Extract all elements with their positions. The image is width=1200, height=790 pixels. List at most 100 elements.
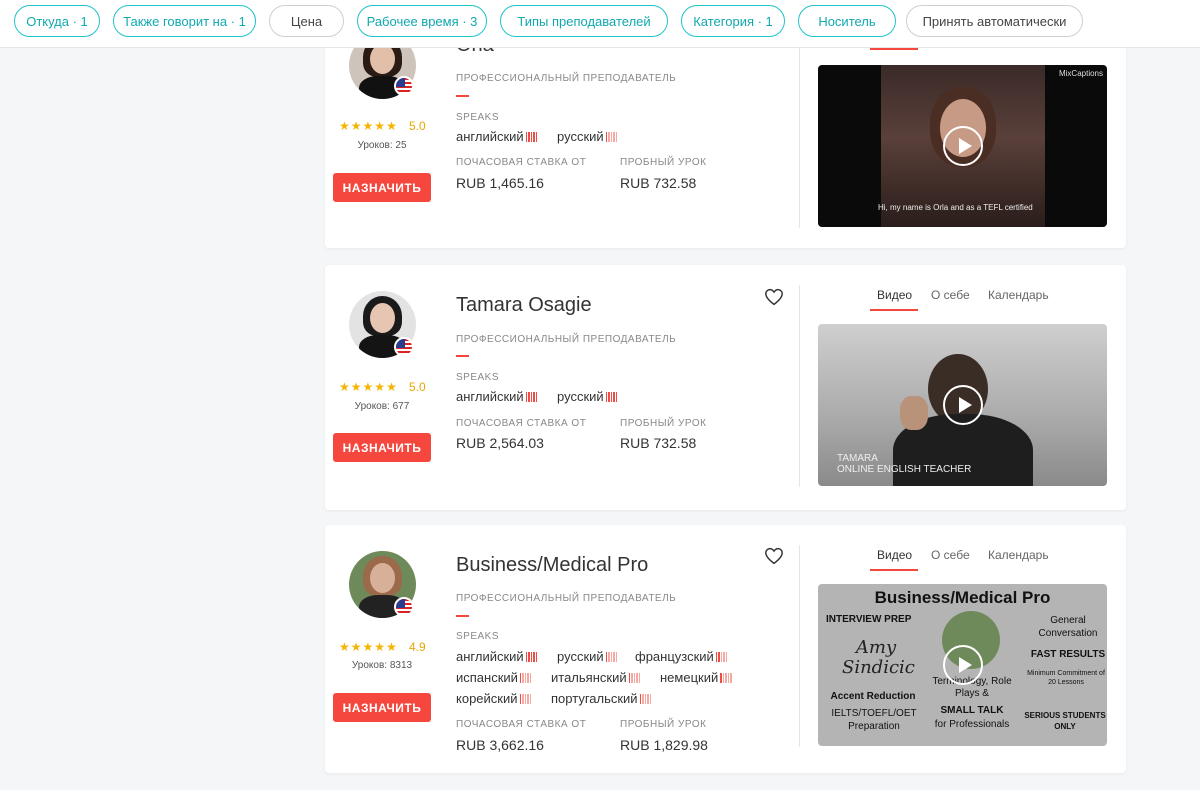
us-flag-icon [394,76,414,96]
filter-teacher-types-chip[interactable]: Типы преподавателей [500,5,668,37]
card-divider [799,48,800,228]
language-item: русский [557,129,618,144]
heart-icon[interactable] [764,547,784,565]
teacher-type: ПРОФЕССИОНАЛЬНЫЙ ПРЕПОДАВАТЕЛЬ [456,593,677,604]
star-icon: ★ [386,119,397,133]
video-text: INTERVIEW PREP [826,614,912,625]
star-icon: ★ [339,119,350,133]
star-icon: ★ [386,380,397,394]
us-flag-icon [394,597,414,617]
star-icon: ★ [362,640,374,654]
star-icon: ★ [374,119,386,133]
language-item: португальский [551,691,652,706]
star-icon: ★ [350,380,362,394]
book-button[interactable]: НАЗНАЧИТЬ [333,173,431,202]
rating-value: 5.0 [409,119,426,133]
language-level-bars [519,672,532,683]
teacher-type: ПРОФЕССИОНАЛЬНЫЙ ПРЕПОДАВАТЕЛЬ [456,334,677,345]
play-icon[interactable] [943,645,983,685]
lessons-count: Уроков: 677 [354,401,410,412]
video-preview[interactable]: TAMARA ONLINE ENGLISH TEACHER [818,324,1107,486]
heart-icon[interactable] [764,288,784,306]
video-text: Accent Reduction [830,691,916,702]
video-preview[interactable]: Business/Medical Pro INTERVIEW PREP Gene… [818,584,1107,746]
play-icon[interactable] [943,126,983,166]
video-text: FAST RESULTS [1030,649,1106,660]
language-item: английский [456,649,538,664]
video-caption-role: ONLINE ENGLISH TEACHER [837,464,972,475]
play-icon[interactable] [943,385,983,425]
video-title: Business/Medical Pro [874,588,1051,607]
filter-also-speaks-chip[interactable]: Также говорит на · 1 [113,5,256,37]
lessons-count: Уроков: 8313 [351,660,413,671]
language-level-bars [525,391,538,402]
filter-working-hours-chip[interactable]: Рабочее время · 3 [357,5,487,37]
trial-price: RUB 732.58 [620,435,697,451]
video-watermark: MixCaptions [1058,69,1103,78]
rating-value: 5.0 [409,380,426,394]
language-item: русский [557,389,618,404]
trial-label: ПРОБНЫЙ УРОК [620,157,707,168]
video-preview[interactable]: MixCaptions Hi, my name is Orla and as a… [818,65,1107,227]
filter-native-chip[interactable]: Носитель [798,5,896,37]
tab-video[interactable]: Видео [877,548,912,562]
video-text: IELTS/TOEFL/OET Preparation [831,708,917,732]
language-item: французский [635,649,728,664]
language-item: итальянский [551,670,641,685]
language-level-bars [605,131,618,142]
tab-calendar[interactable]: Календарь [988,288,1049,302]
language-level-bars [628,672,641,683]
tutor-name[interactable]: Tamara Osagie [456,294,592,317]
filter-price-chip[interactable]: Цена [269,5,344,37]
star-icon: ★ [374,640,386,654]
us-flag-icon [394,337,414,357]
book-button[interactable]: НАЗНАЧИТЬ [333,433,431,462]
accent-line [456,615,469,617]
tab-about[interactable]: О себе [931,548,970,562]
hourly-rate: RUB 3,662.16 [456,737,544,753]
speaks-label: SPEAKS [456,372,500,383]
tab-video[interactable]: Видео [877,288,912,302]
language-item: испанский [456,670,532,685]
language-level-bars [605,391,618,402]
tab-about[interactable]: О себе [931,288,970,302]
lessons-count: Уроков: 25 [357,140,407,151]
trial-price: RUB 732.58 [620,175,697,191]
video-text: for Professionals [934,719,1010,730]
language-item: русский [557,649,618,664]
filter-origin-chip[interactable]: Откуда · 1 [14,5,100,37]
speaks-label: SPEAKS [456,631,500,642]
hourly-rate: RUB 2,564.03 [456,435,544,451]
video-caption: Hi, my name is Orla and as a TEFL certif… [878,203,1033,212]
active-tab-underline [870,309,918,311]
language-item: английский [456,129,538,144]
star-icon: ★ [374,380,386,394]
hourly-rate-label: ПОЧАСОВАЯ СТАВКА ОТ [456,157,587,168]
book-button[interactable]: НАЗНАЧИТЬ [333,693,431,722]
accent-line [456,355,469,357]
accent-line [456,95,469,97]
language-item: немецкий [660,670,732,685]
star-icon: ★ [350,119,362,133]
filter-auto-accept-chip[interactable]: Принять автоматически [906,5,1083,37]
filter-category-chip[interactable]: Категория · 1 [681,5,785,37]
tab-calendar[interactable]: Календарь [988,548,1049,562]
tutor-name[interactable]: Business/Medical Pro [456,554,648,577]
hourly-rate: RUB 1,465.16 [456,175,544,191]
star-icon: ★ [339,380,350,394]
video-text: SMALL TALK [940,705,1004,716]
language-level-bars [525,131,538,142]
tutor-card-tamara: Tamara Osagie ★ ★ ★ ★ ★ 5.0 Уроков: 677 НАЗН… [325,265,1126,510]
star-icon: ★ [362,380,374,394]
star-icon: ★ [350,640,362,654]
language-level-bars [519,693,531,704]
language-level-bars [605,651,618,662]
trial-label: ПРОБНЫЙ УРОК [620,418,707,429]
star-icon: ★ [362,119,374,133]
language-level-bars [639,693,652,704]
video-signature: Amy Sindicic [842,637,915,678]
language-level-bars [525,651,538,662]
video-text: General Conversation [1038,615,1098,639]
teacher-type: ПРОФЕССИОНАЛЬНЫЙ ПРЕПОДАВАТЕЛЬ [456,73,677,84]
card-divider [799,545,800,747]
